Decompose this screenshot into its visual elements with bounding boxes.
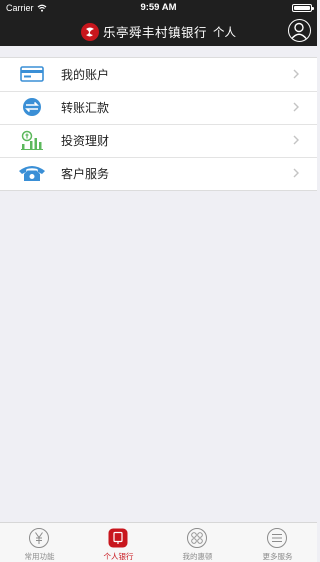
card-icon: [20, 66, 44, 82]
tab-label: 更多服务: [262, 552, 293, 561]
menu-item-customer-service[interactable]: 客户服务: [0, 157, 317, 190]
investment-icon: [21, 130, 43, 150]
menu-item-label: 我的账户: [61, 68, 110, 82]
chevron-right-icon: [293, 168, 299, 178]
personal-bank-icon: [108, 528, 128, 548]
chevron-right-icon: [293, 69, 299, 79]
grid-icon: [187, 528, 207, 548]
menu-item-label: 客户服务: [61, 167, 110, 181]
tab-more-services[interactable]: 更多服务: [238, 523, 317, 562]
tab-common-functions[interactable]: 常用功能: [0, 523, 79, 562]
bank-logo: 乐亭舜丰村镇银行 个人: [0, 22, 317, 41]
phone-icon: [19, 166, 45, 181]
tab-label: 个人银行: [103, 552, 134, 561]
yen-icon: [29, 528, 49, 548]
tab-bar: 常用功能 个人银行 我的惠顿 更多服务: [0, 522, 317, 562]
tab-personal-banking[interactable]: 个人银行: [79, 523, 158, 562]
header-subtitle: 个人: [213, 24, 236, 39]
menu-item-label: 转账汇款: [61, 101, 110, 115]
tab-label: 我的惠顿: [182, 552, 213, 561]
user-avatar-button[interactable]: [288, 19, 311, 42]
status-bar: Carrier 9:59 AM: [0, 0, 317, 16]
menu-item-investment[interactable]: 投资理财: [0, 124, 317, 157]
more-icon: [267, 528, 287, 548]
menu-item-label: 投资理财: [61, 134, 110, 148]
chevron-right-icon: [293, 135, 299, 145]
transfer-icon: [23, 98, 41, 116]
chevron-right-icon: [293, 102, 299, 112]
tab-my-offers[interactable]: 我的惠顿: [158, 523, 237, 562]
user-icon: [290, 22, 308, 40]
bank-logo-icon: [80, 22, 99, 41]
status-time: 9:59 AM: [140, 2, 177, 13]
menu-item-transfer[interactable]: 转账汇款: [0, 91, 317, 124]
tab-label: 常用功能: [24, 552, 55, 561]
app-header: 乐亭舜丰村镇银行 个人: [0, 16, 317, 46]
menu-item-my-account[interactable]: 我的账户: [0, 58, 317, 91]
bank-name: 乐亭舜丰村镇银行: [102, 25, 207, 40]
battery-icon: [292, 4, 314, 12]
menu-list: 我的账户 转账汇款 投资理财 客户服务: [0, 57, 317, 191]
